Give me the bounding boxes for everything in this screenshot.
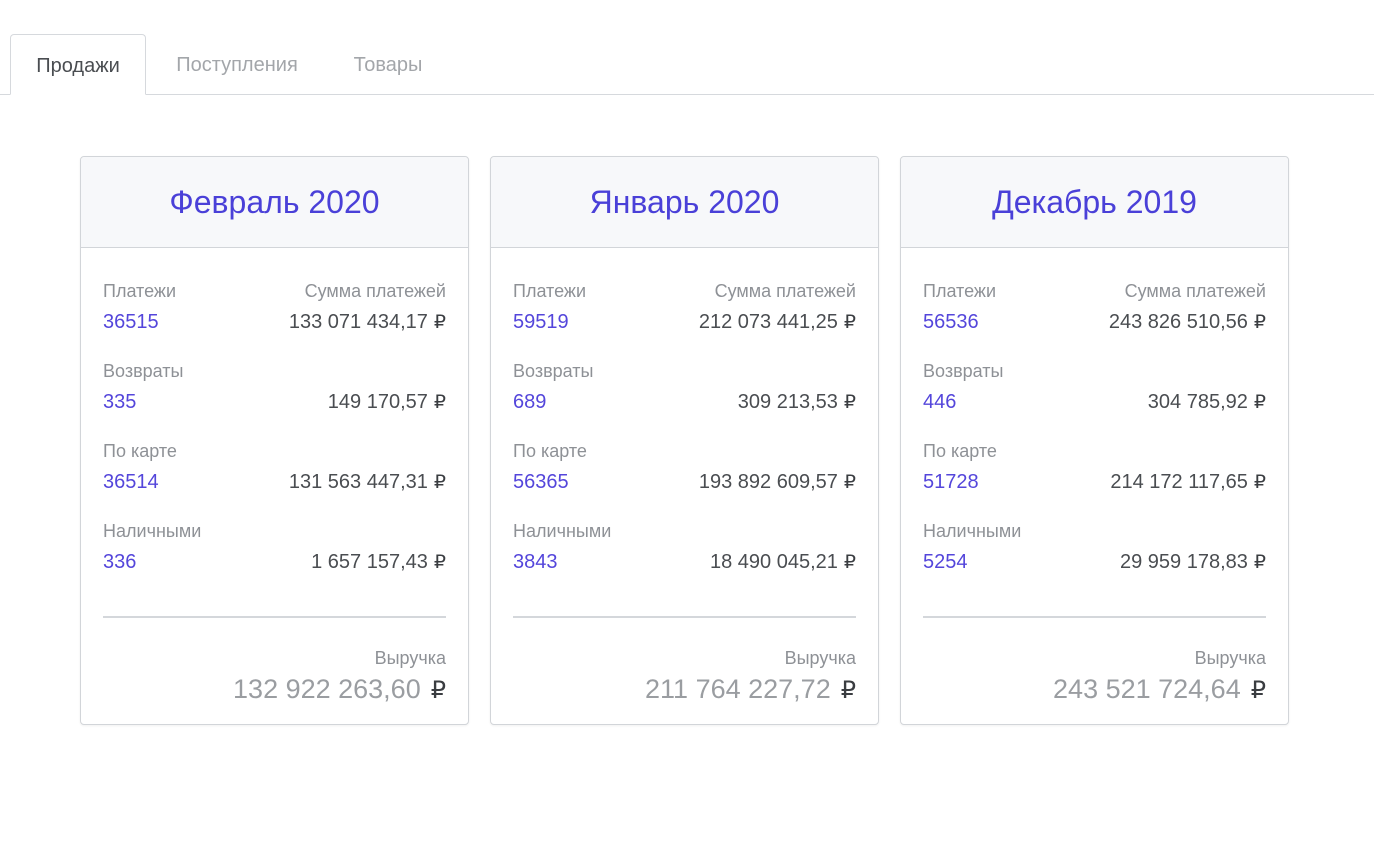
card-payments-row: По карте 56365 193 892 609,57 ₽: [513, 441, 856, 521]
refunds-count[interactable]: 335: [103, 391, 136, 414]
ruble-icon: ₽: [433, 391, 446, 413]
card-payments-count[interactable]: 51728: [923, 471, 979, 494]
payments-amount: 133 071 434,17 ₽: [288, 311, 446, 333]
ruble-icon: ₽: [1253, 391, 1266, 413]
refunds-label: Возвраты: [103, 361, 184, 381]
card-body: Платежи Сумма платежей 36515 133 071 434…: [81, 248, 468, 601]
ruble-icon: ₽: [1253, 311, 1266, 333]
cash-payments-count[interactable]: 336: [103, 551, 136, 574]
refunds-label: Возвраты: [923, 361, 1004, 381]
card-payments-row: По карте 36514 131 563 447,31 ₽: [103, 441, 446, 521]
ruble-icon: ₽: [433, 311, 446, 333]
month-card-february-2020: Февраль 2020 Платежи Сумма платежей 3651…: [80, 156, 469, 725]
cash-payments-amount: 1 657 157,43 ₽: [311, 551, 446, 573]
payments-sum-label: Сумма платежей: [304, 281, 446, 301]
cash-payments-amount: 29 959 178,83 ₽: [1120, 551, 1266, 573]
payments-count[interactable]: 56536: [923, 311, 979, 334]
payments-count[interactable]: 36515: [103, 311, 159, 334]
payments-amount: 212 073 441,25 ₽: [698, 311, 856, 333]
month-card-december-2019: Декабрь 2019 Платежи Сумма платежей 5653…: [900, 156, 1289, 725]
ruble-icon: ₽: [1253, 551, 1266, 573]
revenue-amount: 243 521 724,64 ₽: [1053, 674, 1266, 704]
card-payments-label: По карте: [513, 441, 587, 461]
tab-goods[interactable]: Товары: [336, 34, 440, 95]
card-divider: [103, 616, 446, 618]
ruble-icon: ₽: [843, 391, 856, 413]
refunds-amount: 309 213,53 ₽: [737, 391, 856, 413]
revenue-amount: 132 922 263,60 ₽: [233, 674, 446, 704]
card-title: Январь 2020: [491, 157, 878, 248]
cash-payments-count[interactable]: 3843: [513, 551, 558, 574]
cash-payments-row: Наличными 3843 18 490 045,21 ₽: [513, 521, 856, 601]
ruble-icon: ₽: [840, 676, 856, 704]
ruble-icon: ₽: [433, 551, 446, 573]
card-payments-amount: 214 172 117,65 ₽: [1110, 471, 1266, 493]
cash-payments-label: Наличными: [513, 521, 612, 541]
cash-payments-label: Наличными: [103, 521, 202, 541]
payments-amount: 243 826 510,56 ₽: [1108, 311, 1266, 333]
card-payments-count[interactable]: 56365: [513, 471, 569, 494]
revenue-amount: 211 764 227,72 ₽: [645, 674, 856, 704]
ruble-icon: ₽: [430, 676, 446, 704]
payments-sum-label: Сумма платежей: [1124, 281, 1266, 301]
payments-sum-label: Сумма платежей: [714, 281, 856, 301]
refunds-amount: 149 170,57 ₽: [327, 391, 446, 413]
ruble-icon: ₽: [1253, 471, 1266, 493]
card-title: Февраль 2020: [81, 157, 468, 248]
card-divider: [513, 616, 856, 618]
cash-payments-row: Наличными 336 1 657 157,43 ₽: [103, 521, 446, 601]
payments-row: Платежи Сумма платежей 36515 133 071 434…: [103, 281, 446, 361]
card-payments-count[interactable]: 36514: [103, 471, 159, 494]
cash-payments-amount: 18 490 045,21 ₽: [710, 551, 856, 573]
revenue-label: Выручка: [1194, 648, 1266, 668]
payments-label: Платежи: [513, 281, 587, 301]
revenue-label: Выручка: [784, 648, 856, 668]
payments-row: Платежи Сумма платежей 56536 243 826 510…: [923, 281, 1266, 361]
ruble-icon: ₽: [433, 471, 446, 493]
revenue-label: Выручка: [374, 648, 446, 668]
refunds-count[interactable]: 446: [923, 391, 956, 414]
refunds-row: Возвраты 335 149 170,57 ₽: [103, 361, 446, 441]
cash-payments-count[interactable]: 5254: [923, 551, 968, 574]
month-card-january-2020: Январь 2020 Платежи Сумма платежей 59519…: [490, 156, 879, 725]
card-payments-amount: 193 892 609,57 ₽: [698, 471, 856, 493]
payments-count[interactable]: 59519: [513, 311, 569, 334]
refunds-amount: 304 785,92 ₽: [1147, 391, 1266, 413]
payments-label: Платежи: [103, 281, 177, 301]
refunds-row: Возвраты 446 304 785,92 ₽: [923, 361, 1266, 441]
card-payments-row: По карте 51728 214 172 117,65 ₽: [923, 441, 1266, 521]
ruble-icon: ₽: [1250, 676, 1266, 704]
card-title: Декабрь 2019: [901, 157, 1288, 248]
card-body: Платежи Сумма платежей 59519 212 073 441…: [491, 248, 878, 601]
tab-sales[interactable]: Продажи: [10, 34, 146, 95]
card-payments-label: По карте: [103, 441, 177, 461]
cash-payments-row: Наличными 5254 29 959 178,83 ₽: [923, 521, 1266, 601]
payments-label: Платежи: [923, 281, 997, 301]
refunds-count[interactable]: 689: [513, 391, 546, 414]
card-divider: [923, 616, 1266, 618]
card-payments-amount: 131 563 447,31 ₽: [288, 471, 446, 493]
ruble-icon: ₽: [843, 311, 856, 333]
ruble-icon: ₽: [843, 551, 856, 573]
cash-payments-label: Наличными: [923, 521, 1022, 541]
card-body: Платежи Сумма платежей 56536 243 826 510…: [901, 248, 1288, 601]
refunds-row: Возвраты 689 309 213,53 ₽: [513, 361, 856, 441]
tab-bar: Продажи Поступления Товары: [0, 0, 1374, 96]
refunds-label: Возвраты: [513, 361, 594, 381]
payments-row: Платежи Сумма платежей 59519 212 073 441…: [513, 281, 856, 361]
tab-receipts[interactable]: Поступления: [160, 34, 314, 95]
ruble-icon: ₽: [843, 471, 856, 493]
card-payments-label: По карте: [923, 441, 997, 461]
